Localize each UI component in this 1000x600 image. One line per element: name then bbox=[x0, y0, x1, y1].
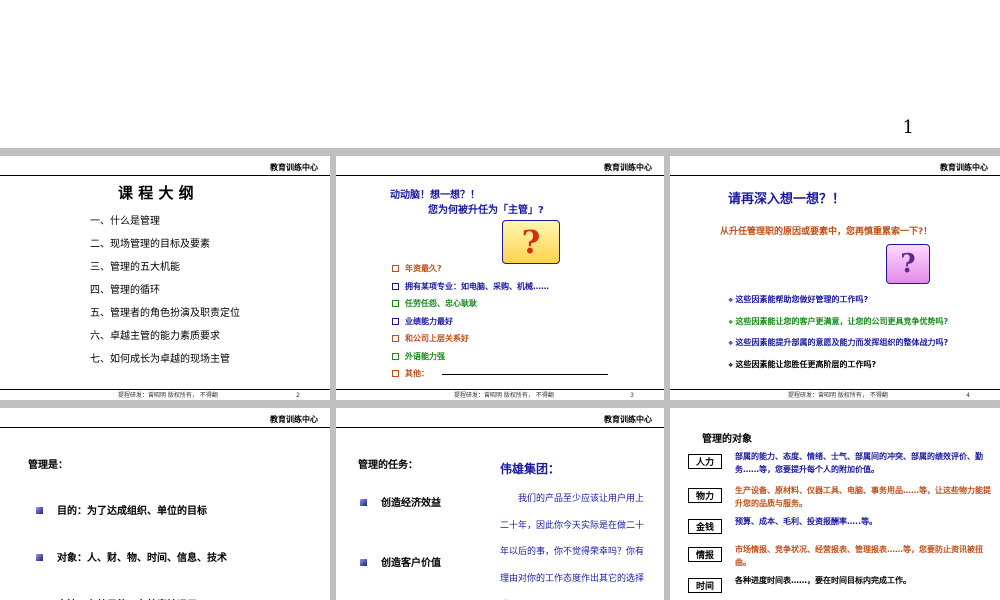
reflection-item: ❖ 这些因素能让您的客户更满意，让您的公司更具竞争优势吗? bbox=[728, 316, 978, 329]
bullet-icon bbox=[360, 499, 367, 506]
task-item: 创造客户价值 bbox=[360, 554, 441, 569]
outline-item: 七、如何成长为卓越的现场主管 bbox=[90, 354, 230, 365]
outline-item: 二、现场管理的目标及要素 bbox=[90, 239, 210, 250]
reason-item: 外语能力强 bbox=[392, 348, 549, 366]
object-description: 各种进度时间表……，要在时间目标内完成工作。 bbox=[735, 576, 911, 585]
checkbox-icon bbox=[392, 300, 399, 307]
reflection-list: ❖ 这些因素能帮助您做好管理的工作吗? ❖ 这些因素能让您的客户更满意，让您的公司… bbox=[728, 294, 978, 380]
object-tag: 金钱 bbox=[688, 519, 722, 534]
checkbox-icon bbox=[392, 352, 399, 360]
slide-title: 管理的对象 bbox=[702, 434, 752, 445]
reflection-item: ❖ 这些因素能帮助您做好管理的工作吗? bbox=[728, 294, 978, 307]
checkbox-icon bbox=[392, 317, 399, 325]
outline-item: 四、管理的循环 bbox=[90, 285, 160, 296]
slide-title: 课 程 大 纲 bbox=[118, 184, 194, 202]
slide-title: 管理的任务： bbox=[358, 460, 418, 471]
reason-list: 年资最久? 拥有某项专业：如电脑、采购、机械…… 任劳任怨、忠心耿耿 业绩能力最好和公… bbox=[392, 260, 549, 383]
bullet-icon bbox=[36, 507, 43, 514]
reason-item: 业绩能力最好 bbox=[392, 313, 549, 331]
reason-label: 外语能力强 bbox=[405, 351, 445, 361]
bullet-icon bbox=[360, 559, 367, 566]
outline-list: 一、什么是管理二、现场管理的目标及要素 三、管理的五大机能 四、管理的循环五、管理者… bbox=[90, 210, 240, 371]
object-description: 部属的能力、态度、情绪、士气、部属间的冲突、部属的绩效评价、勤务……等，您要提升… bbox=[735, 452, 983, 474]
outline-item: 五、管理者的角色扮演及职责定位 bbox=[90, 308, 240, 319]
slide-subtitle: 从升任管理职的原因或要素中，您再慎重累索一下?！ bbox=[720, 227, 933, 237]
definition-label: 目的：为了达成组织、单位的目标 bbox=[57, 506, 207, 517]
quote-title: 伟雄集团： bbox=[500, 462, 561, 476]
page-number: 4 bbox=[966, 392, 970, 399]
header-label: 教育训练中心 bbox=[604, 162, 652, 172]
slide-4[interactable]: 教育训练中心 请再深入想一想？！ 从升任管理职的原因或要素中，您再慎重累索一下?… bbox=[670, 156, 1000, 400]
reflection-label: 这些因素能让您的客户更满意，让您的公司更具竞争优势吗? bbox=[735, 316, 949, 326]
checkbox-icon bbox=[392, 335, 399, 342]
question-mark-icon: ? bbox=[502, 220, 560, 264]
object-tag: 情报 bbox=[688, 547, 722, 562]
reflection-item: ❖ 这些因素能让您胜任更高阶层的工作吗? bbox=[728, 359, 978, 372]
reason-item: 任劳任怨、忠心耿耿 bbox=[392, 295, 549, 313]
object-tag: 物力 bbox=[688, 488, 722, 503]
footer-label: 提程研发：曾昭明 版权所有， 不得翻 bbox=[788, 392, 888, 399]
checkbox-icon bbox=[392, 265, 399, 272]
prompt-line-2: 您为何被升任为「主管」? bbox=[428, 205, 544, 216]
reason-label: 年资最久? bbox=[405, 264, 442, 273]
page-number: 3 bbox=[630, 392, 634, 399]
definition-item: 方法：有效果的、有效率地运用 bbox=[36, 582, 227, 600]
slide-6[interactable]: 教育训练中心 管理的任务： 创造经济效益 创造客户价值 伟雄集团： 我们的产品至… bbox=[336, 408, 664, 600]
page-number: 1 bbox=[902, 117, 914, 138]
quote-text: 我们的产品至少应该让用户用上二十年，因此你今天实际是在做二十年以后的事，你不觉得… bbox=[500, 494, 645, 584]
header-label: 教育训练中心 bbox=[940, 162, 988, 172]
outline-item: 三、管理的五大机能 bbox=[90, 262, 180, 273]
reflection-item: ❖ 这些因素能提升部属的意愿及能力而发挥组织的整体战力吗? bbox=[728, 337, 978, 350]
object-description: 生产设备、原材料、仪器工具、电脑、事务用品……等，让这些物力能提升您的品质与服务… bbox=[735, 486, 991, 508]
slide-3[interactable]: 教育训练中心 动动脑！想一想？！ 您为何被升任为「主管」? ? 年资最久? 拥有某… bbox=[336, 156, 664, 400]
header-divider bbox=[336, 427, 664, 428]
definition-item: 对象：人、财、物、时间、信息、技术 bbox=[36, 535, 227, 582]
outline-item: 一、什么是管理 bbox=[90, 216, 160, 227]
checkbox-icon bbox=[392, 370, 399, 377]
reason-label: 任劳任怨、忠心耿耿 bbox=[405, 299, 477, 308]
reason-label: 拥有某项专业：如电脑、采购、机械…… bbox=[405, 281, 549, 291]
page-number: 2 bbox=[296, 392, 300, 399]
header-divider bbox=[0, 427, 330, 428]
prompt-line-1: 动动脑！想一想？！ bbox=[390, 190, 480, 201]
footer-label: 提程研发：曾昭明 版权所有， 不得翻 bbox=[118, 392, 218, 399]
object-description: 预算、成本、毛利、投资报酬率…..等。 bbox=[735, 517, 878, 526]
slide-1[interactable]: 1 bbox=[0, 0, 1000, 148]
slide-2[interactable]: 教育训练中心 课 程 大 纲 一、什么是管理二、现场管理的目标及要素 三、管理的五… bbox=[0, 156, 330, 400]
reflection-label: 这些因素能帮助您做好管理的工作吗? bbox=[735, 295, 869, 304]
outline-item: 六、卓越主管的能力素质要求 bbox=[90, 331, 220, 342]
object-tag: 时间 bbox=[688, 578, 722, 593]
header-divider bbox=[0, 175, 330, 176]
header-label: 教育训练中心 bbox=[604, 414, 652, 424]
reflection-label: 这些因素能提升部属的意愿及能力而发挥组织的整体战力吗? bbox=[735, 338, 949, 347]
reason-item: 和公司上层关系好 bbox=[392, 330, 549, 348]
slide-5[interactable]: 教育训练中心 管理是： 目的：为了达成组织、单位的目标对象：人、财、物、时间、信… bbox=[0, 408, 330, 600]
slide-title: 请再深入想一想？！ bbox=[728, 192, 846, 207]
footer-label: 提程研发：曾昭明 版权所有， 不得翻 bbox=[454, 392, 554, 399]
reason-item: 年资最久? bbox=[392, 260, 549, 278]
reason-item: 拥有某项专业：如电脑、采购、机械…… bbox=[392, 278, 549, 296]
header-divider bbox=[336, 175, 664, 176]
definition-label: 对象：人、财、物、时间、信息、技术 bbox=[57, 553, 227, 564]
definition-item: 目的：为了达成组织、单位的目标 bbox=[36, 488, 227, 535]
task-item: 创造经济效益 bbox=[360, 494, 441, 509]
object-description: 市场情报、竞争状况、经营报表、管理报表……等，您要防止资讯被扭曲。 bbox=[735, 545, 983, 567]
reflection-label: 这些因素能让您胜任更高阶层的工作吗? bbox=[735, 359, 877, 369]
reason-label: 其他： bbox=[405, 369, 429, 378]
question-mark-icon: ? bbox=[886, 244, 930, 284]
bullet-icon bbox=[36, 554, 43, 561]
slide-title: 管理是： bbox=[28, 460, 68, 471]
reason-label: 业绩能力最好 bbox=[405, 316, 453, 326]
header-label: 教育训练中心 bbox=[270, 162, 318, 172]
slide-7[interactable]: 管理的对象 人力 部属的能力、态度、情绪、士气、部属间的冲突、部属的绩效评价、勤务… bbox=[670, 408, 1000, 600]
checkbox-icon bbox=[392, 282, 399, 290]
header-divider bbox=[670, 175, 1000, 176]
blank-line bbox=[442, 374, 608, 375]
object-tag: 人力 bbox=[688, 454, 722, 469]
reason-label: 和公司上层关系好 bbox=[405, 334, 469, 343]
header-label: 教育训练中心 bbox=[270, 414, 318, 424]
definition-list: 目的：为了达成组织、单位的目标对象：人、财、物、时间、信息、技术方法：有效果的、… bbox=[36, 488, 227, 600]
